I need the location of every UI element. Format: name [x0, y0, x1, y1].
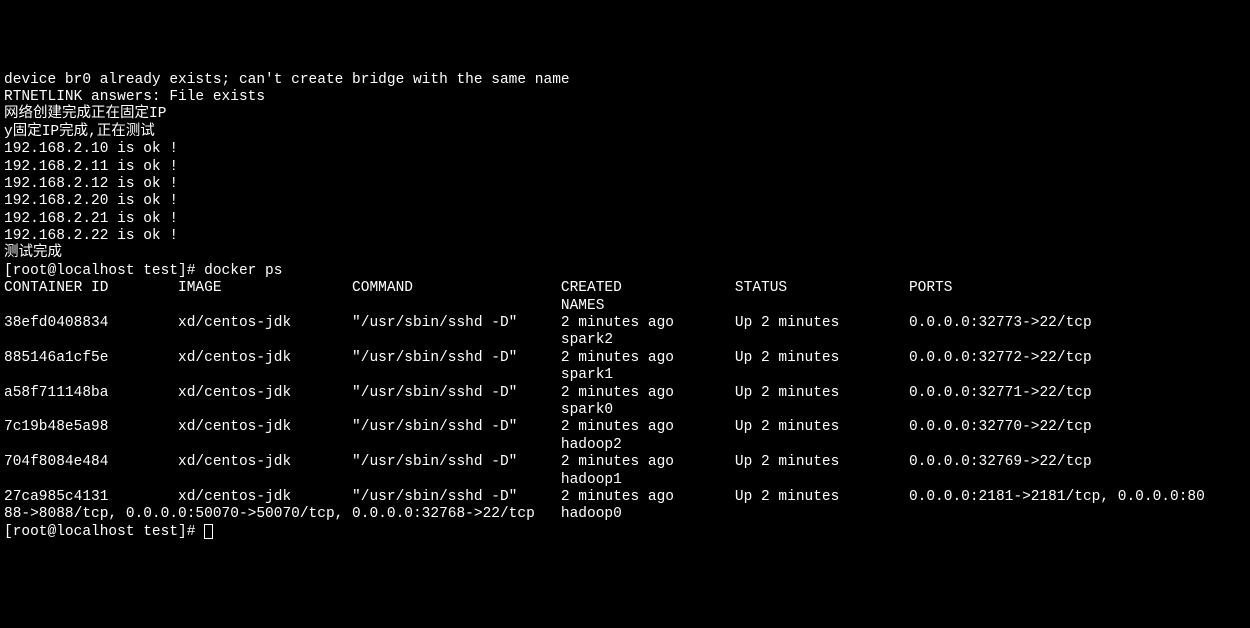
cursor[interactable] — [204, 524, 213, 539]
output-line: 192.168.2.10 is ok ! — [4, 141, 1246, 158]
output-line: 192.168.2.11 is ok ! — [4, 159, 1246, 176]
prompt-line: [root@localhost test]# docker ps — [4, 263, 1246, 280]
table-row-name: hadoop2 — [4, 437, 1246, 454]
output-line: 192.168.2.21 is ok ! — [4, 211, 1246, 228]
terminal-window[interactable]: device br0 already exists; can't create … — [4, 72, 1246, 542]
output-line: y固定IP完成,正在测试 — [4, 124, 1246, 141]
table-header-line2: NAMES — [4, 298, 1246, 315]
table-row: 885146a1cf5e xd/centos-jdk "/usr/sbin/ss… — [4, 350, 1246, 367]
output-line: RTNETLINK answers: File exists — [4, 89, 1246, 106]
output-line: 网络创建完成正在固定IP — [4, 106, 1246, 123]
table-row-name: hadoop1 — [4, 472, 1246, 489]
shell-prompt: [root@localhost test]# — [4, 524, 204, 540]
output-line: 192.168.2.22 is ok ! — [4, 228, 1246, 245]
table-row-wrap: 88->8088/tcp, 0.0.0.0:50070->50070/tcp, … — [4, 506, 1246, 523]
table-row-name: spark2 — [4, 332, 1246, 349]
table-row: 38efd0408834 xd/centos-jdk "/usr/sbin/ss… — [4, 315, 1246, 332]
output-line: device br0 already exists; can't create … — [4, 72, 1246, 89]
output-line: 测试完成 — [4, 245, 1246, 262]
table-row-name: spark1 — [4, 367, 1246, 384]
table-row: 7c19b48e5a98 xd/centos-jdk "/usr/sbin/ss… — [4, 419, 1246, 436]
table-row-name: spark0 — [4, 402, 1246, 419]
prompt-line: [root@localhost test]# — [4, 524, 1246, 541]
command-text: docker ps — [204, 263, 282, 279]
shell-prompt: [root@localhost test]# — [4, 263, 204, 279]
table-header-line: CONTAINER ID IMAGE COMMAND CREATED STATU… — [4, 280, 1246, 297]
table-row: 704f8084e484 xd/centos-jdk "/usr/sbin/ss… — [4, 454, 1246, 471]
output-line: 192.168.2.20 is ok ! — [4, 193, 1246, 210]
output-line: 192.168.2.12 is ok ! — [4, 176, 1246, 193]
table-row: a58f711148ba xd/centos-jdk "/usr/sbin/ss… — [4, 385, 1246, 402]
table-row: 27ca985c4131 xd/centos-jdk "/usr/sbin/ss… — [4, 489, 1246, 506]
